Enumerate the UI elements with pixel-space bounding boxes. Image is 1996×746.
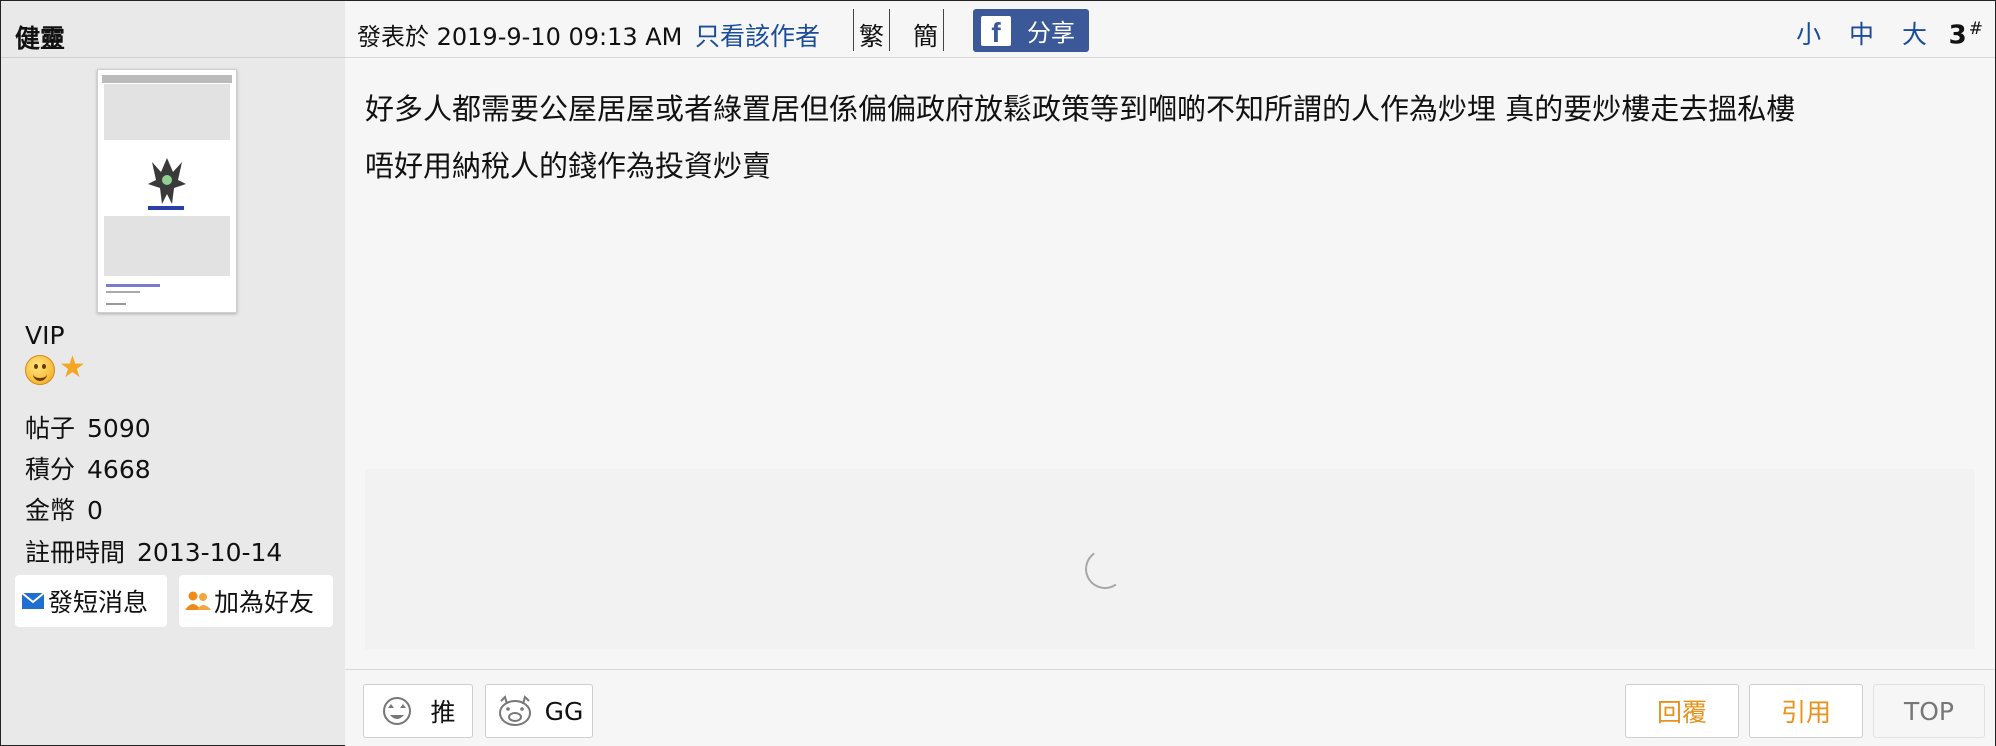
post-content: 好多人都需要公屋居屋或者綠置居但係偏偏政府放鬆政策等到嗰啲不知所謂的人作為炒埋 … bbox=[365, 81, 1965, 195]
add-friend-button[interactable]: 加為好友 bbox=[179, 575, 333, 627]
send-message-button[interactable]: 發短消息 bbox=[15, 575, 167, 627]
envelope-icon bbox=[21, 592, 45, 609]
stat-coins: 金幣 0 bbox=[25, 491, 103, 527]
like-button[interactable]: 推 bbox=[363, 684, 473, 738]
stat-label: 金幣 bbox=[25, 496, 76, 525]
floor-value: 3 bbox=[1948, 20, 1967, 51]
stat-posts: 帖子 5090 bbox=[25, 409, 151, 445]
quote-button[interactable]: 引用 bbox=[1749, 684, 1863, 738]
medals: ★ bbox=[25, 350, 105, 387]
friends-icon bbox=[185, 591, 211, 610]
posted-time: 發表於 2019-9-10 09:13 AM bbox=[357, 23, 683, 51]
stat-label: 註冊時間 bbox=[25, 538, 126, 567]
simplified-chinese-toggle[interactable]: 簡 bbox=[913, 17, 938, 53]
post-actions-bar: 推 GG 回覆 引用 TOP bbox=[345, 669, 1995, 746]
stat-label: 帖子 bbox=[25, 414, 76, 443]
stat-value: 5090 bbox=[87, 414, 151, 443]
stat-label: 積分 bbox=[25, 455, 76, 484]
content-line: 好多人都需要公屋居屋或者綠置居但係偏偏政府放鬆政策等到嗰啲不知所謂的人作為炒埋 … bbox=[365, 92, 1796, 126]
avatar-caption-bar bbox=[148, 206, 184, 210]
heart-eyes-face-icon bbox=[383, 697, 412, 725]
avatar-sub-line bbox=[106, 291, 140, 293]
back-to-top-button[interactable]: TOP bbox=[1873, 684, 1985, 738]
user-sidebar: 健靈 VIP ★ 帖子 5090 積分 4668 金幣 0 註冊時間 2013-… bbox=[1, 1, 345, 745]
robot-image-icon bbox=[148, 158, 186, 204]
forum-post: 健靈 VIP ★ 帖子 5090 積分 4668 金幣 0 註冊時間 2013-… bbox=[0, 0, 1996, 746]
divider bbox=[889, 9, 890, 51]
add-friend-label: 加為好友 bbox=[214, 588, 315, 617]
like-label: 推 bbox=[430, 698, 456, 727]
send-message-label: 發短消息 bbox=[48, 588, 149, 617]
star-medal-icon: ★ bbox=[59, 350, 86, 385]
stat-value: 0 bbox=[87, 496, 103, 525]
avatar-status-bar bbox=[102, 75, 232, 83]
divider bbox=[943, 9, 944, 51]
post-main: 發表於 2019-9-10 09:13 AM 只看該作者 繁 簡 f 分享 小 … bbox=[345, 1, 1995, 746]
reply-button[interactable]: 回覆 bbox=[1625, 684, 1739, 738]
gg-button[interactable]: GG bbox=[485, 684, 593, 738]
pig-face-icon bbox=[498, 695, 531, 726]
user-group: VIP bbox=[25, 321, 65, 350]
font-size-switcher[interactable]: 小 中 大 bbox=[1796, 15, 1937, 51]
loading-spinner-icon bbox=[1081, 545, 1129, 593]
post-info-bar: 發表於 2019-9-10 09:13 AM 只看該作者 繁 簡 f 分享 小 … bbox=[345, 1, 1995, 58]
facebook-share-button[interactable]: f 分享 bbox=[973, 9, 1089, 52]
traditional-chinese-toggle[interactable]: 繁 bbox=[859, 17, 884, 53]
avatar-url-line bbox=[106, 284, 160, 287]
avatar-footer-line bbox=[106, 303, 126, 305]
stat-points: 積分 4668 bbox=[25, 450, 151, 486]
avatar-block-bottom bbox=[104, 216, 230, 276]
share-label: 分享 bbox=[1027, 19, 1075, 47]
avatar-block-top bbox=[104, 84, 230, 140]
user-header: 健靈 bbox=[1, 1, 345, 58]
stat-register-date: 註冊時間 2013-10-14 bbox=[25, 533, 282, 569]
stat-value: 2013-10-14 bbox=[137, 538, 283, 567]
avatar[interactable] bbox=[97, 69, 237, 313]
facebook-icon: f bbox=[981, 15, 1011, 46]
content-line: 唔好用納稅人的錢作為投資炒賣 bbox=[365, 149, 772, 183]
smiley-medal-icon bbox=[25, 355, 55, 385]
author-name[interactable]: 健靈 bbox=[15, 19, 65, 55]
floor-mark: # bbox=[1968, 19, 1983, 39]
only-author-link[interactable]: 只看該作者 bbox=[695, 17, 820, 53]
divider bbox=[853, 9, 854, 51]
gg-label: GG bbox=[544, 696, 584, 726]
loading-area bbox=[365, 469, 1975, 649]
floor-number[interactable]: 3 # bbox=[1949, 19, 1983, 51]
stat-value: 4668 bbox=[87, 455, 151, 484]
